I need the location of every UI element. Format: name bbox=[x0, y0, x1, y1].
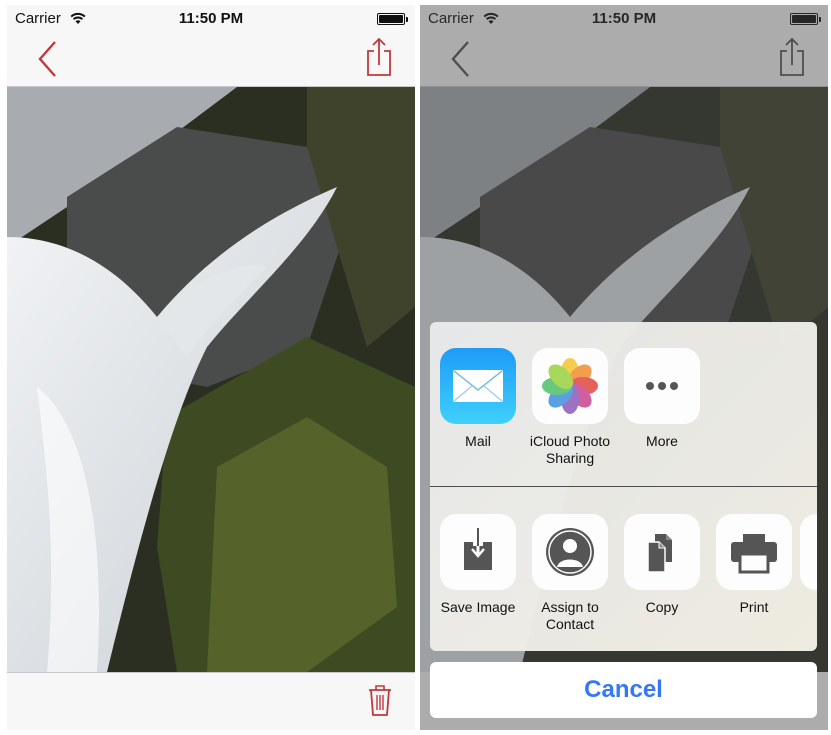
share-app-mail[interactable]: Mail bbox=[432, 348, 524, 450]
bottom-toolbar bbox=[7, 672, 415, 730]
share-app-label: iCloud Photo Sharing bbox=[529, 433, 611, 466]
print-icon bbox=[716, 514, 792, 590]
share-sheet-screen: Carrier 11:50 PM Mail iCloud Photo Shari… bbox=[420, 5, 828, 730]
share-sheet: Mail iCloud Photo Sharing More Save Imag… bbox=[430, 322, 817, 651]
cancel-button[interactable]: Cancel bbox=[430, 662, 817, 718]
share-app-icloud-photo-sharing[interactable]: iCloud Photo Sharing bbox=[524, 348, 616, 467]
action-save-image[interactable]: Save Image bbox=[432, 514, 524, 616]
status-time: 11:50 PM bbox=[178, 10, 244, 27]
row-separator bbox=[430, 486, 817, 487]
trash-icon[interactable] bbox=[367, 683, 393, 717]
share-apps-row: Mail iCloud Photo Sharing More bbox=[430, 322, 817, 487]
action-assign-to-contact[interactable]: Assign to Contact bbox=[524, 514, 616, 633]
save-image-icon bbox=[440, 514, 516, 590]
action-label: Save Image bbox=[440, 599, 516, 615]
status-bar: Carrier 11:50 PM bbox=[7, 5, 415, 31]
copy-icon bbox=[624, 514, 700, 590]
back-chevron-icon[interactable] bbox=[35, 39, 59, 79]
partial-action-icon bbox=[800, 514, 817, 590]
more-icon bbox=[624, 348, 700, 424]
photos-icon bbox=[532, 348, 608, 424]
contact-icon bbox=[532, 514, 608, 590]
waterfall-photo-image bbox=[7, 87, 415, 672]
mail-icon bbox=[440, 348, 516, 424]
action-label: Assign to Contact bbox=[541, 599, 599, 632]
action-label: Copy bbox=[645, 599, 679, 615]
photo-viewer-screen: Carrier 11:50 PM bbox=[7, 5, 415, 730]
action-copy[interactable]: Copy bbox=[616, 514, 708, 616]
battery-icon bbox=[377, 13, 408, 25]
share-actions-row: Save Image Assign to Contact Copy Print bbox=[430, 488, 817, 651]
share-app-label: More bbox=[646, 433, 678, 449]
share-icon[interactable] bbox=[365, 37, 393, 77]
share-app-label: Mail bbox=[465, 433, 491, 449]
waterfall-photo bbox=[7, 87, 415, 672]
action-partial-next[interactable] bbox=[800, 514, 817, 590]
action-label: Print bbox=[739, 599, 769, 615]
share-app-more[interactable]: More bbox=[616, 348, 708, 450]
navigation-bar bbox=[7, 31, 415, 87]
action-print[interactable]: Print bbox=[708, 514, 800, 616]
